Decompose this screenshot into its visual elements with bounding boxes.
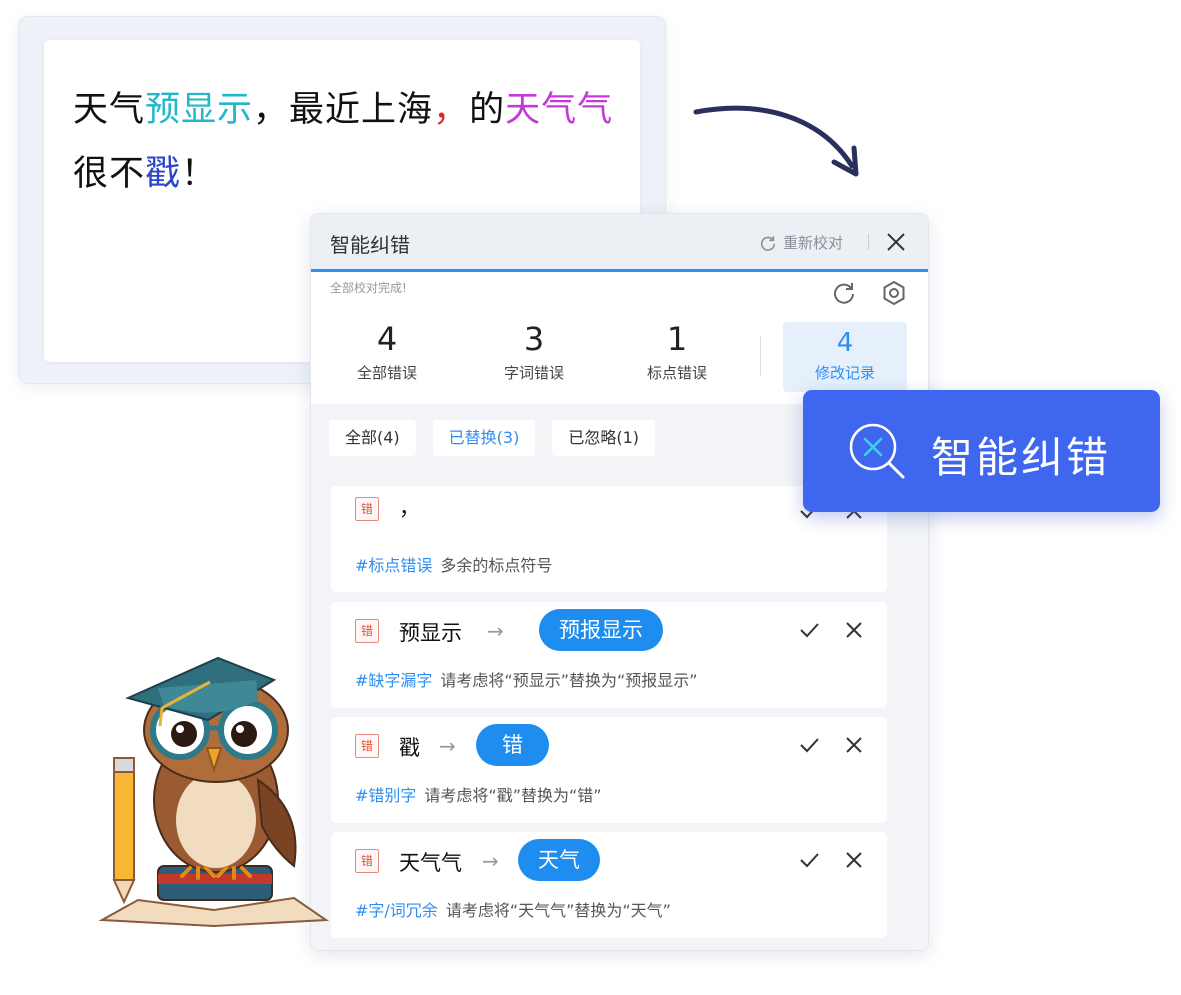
arrow-right-icon: → bbox=[482, 849, 499, 873]
error-highlight-missing[interactable]: 预显示 bbox=[145, 90, 253, 130]
stat-change-log[interactable]: 4 修改记录 bbox=[783, 322, 907, 392]
error-category[interactable]: #错别字 bbox=[355, 786, 416, 805]
error-highlight-redundant[interactable]: 天气气 bbox=[505, 90, 613, 130]
filter-replaced[interactable]: 已替换(3) bbox=[432, 420, 536, 456]
ignore-icon[interactable] bbox=[843, 849, 865, 871]
stat-punctuation-errors[interactable]: 1 标点错误 bbox=[617, 322, 737, 383]
original-text: ， bbox=[399, 496, 420, 520]
error-tag: 错 bbox=[355, 619, 379, 643]
stat-count: 3 bbox=[523, 320, 545, 358]
stat-count: 1 bbox=[666, 320, 688, 358]
error-description: #字/词冗余 请考虑将“天气气”替换为“天气” bbox=[355, 897, 671, 921]
error-item[interactable]: 错 戳 → 错 #错别字 请考虑将“戳”替换为“错” bbox=[331, 717, 887, 823]
owl-mascot-icon bbox=[98, 656, 329, 928]
suggestion-button[interactable]: 错 bbox=[476, 724, 549, 766]
stat-label: 标点错误 bbox=[646, 364, 707, 382]
error-category[interactable]: #字/词冗余 bbox=[355, 901, 438, 920]
status-text: 全部校对完成! bbox=[330, 281, 407, 295]
editor-text[interactable]: 天气预显示，最近上海，的天气气很不戳！ bbox=[73, 78, 633, 206]
accept-icon[interactable] bbox=[798, 734, 820, 756]
error-detail: 请考虑将“戳”替换为“错” bbox=[424, 786, 602, 805]
refresh-icon[interactable] bbox=[831, 280, 857, 306]
arrow-right-icon: → bbox=[439, 734, 456, 758]
error-item[interactable]: 错 天气气 → 天气 #字/词冗余 请考虑将“天气气”替换为“天气” bbox=[331, 832, 887, 938]
error-highlight-typo[interactable]: 戳 bbox=[145, 154, 181, 194]
text-segment: 的 bbox=[469, 90, 506, 130]
text-segment: ！ bbox=[181, 154, 218, 194]
suggestion-button[interactable]: 天气 bbox=[518, 839, 600, 881]
stat-label: 字词错误 bbox=[503, 364, 564, 382]
original-text: 戳 bbox=[399, 736, 420, 760]
proofread-panel: 智能纠错 重新校对 全部校对完成! 4 全部错误 3 字词错误 1 标点错误 4… bbox=[310, 213, 929, 951]
error-description: #错别字 请考虑将“戳”替换为“错” bbox=[355, 782, 602, 806]
stat-all-errors[interactable]: 4 全部错误 bbox=[327, 322, 447, 383]
ignore-icon[interactable] bbox=[843, 619, 865, 641]
error-category[interactable]: #缺字漏字 bbox=[355, 671, 432, 690]
error-highlight-punctuation[interactable]: ， bbox=[433, 90, 469, 130]
recheck-button[interactable]: 重新校对 bbox=[759, 232, 843, 253]
stat-count: 4 bbox=[836, 328, 854, 358]
filter-ignored[interactable]: 已忽略(1) bbox=[552, 420, 656, 456]
panel-header: 智能纠错 重新校对 bbox=[311, 214, 928, 272]
close-icon[interactable] bbox=[885, 231, 907, 253]
stats-area: 全部校对完成! 4 全部错误 3 字词错误 1 标点错误 4 修改记录 bbox=[311, 272, 928, 404]
curved-arrow-icon bbox=[693, 105, 859, 177]
accept-icon[interactable] bbox=[798, 619, 820, 641]
suggestion-button[interactable]: 预报显示 bbox=[539, 609, 663, 651]
badge-label: 智能纠错 bbox=[931, 433, 1112, 482]
error-tag: 错 bbox=[355, 849, 379, 873]
original-text: 天气气 bbox=[399, 851, 462, 875]
accept-icon[interactable] bbox=[798, 849, 820, 871]
stat-label: 全部错误 bbox=[356, 364, 417, 382]
text-segment: 很不 bbox=[73, 154, 146, 194]
ignore-icon[interactable] bbox=[843, 734, 865, 756]
stats-divider bbox=[760, 336, 761, 376]
settings-icon[interactable] bbox=[881, 280, 907, 306]
stat-label: 修改记录 bbox=[814, 364, 875, 382]
filter-all[interactable]: 全部(4) bbox=[329, 420, 416, 456]
text-segment: ，最近上海 bbox=[253, 90, 434, 130]
error-category[interactable]: #标点错误 bbox=[355, 556, 432, 575]
search-error-icon bbox=[849, 423, 905, 479]
recheck-label: 重新校对 bbox=[783, 234, 844, 252]
error-tag: 错 bbox=[355, 734, 379, 758]
error-tag: 错 bbox=[355, 497, 379, 521]
error-detail: 多余的标点符号 bbox=[440, 556, 553, 575]
original-text: 预显示 bbox=[399, 621, 462, 645]
text-segment: 天气 bbox=[73, 90, 146, 130]
stat-count: 4 bbox=[376, 320, 398, 358]
error-description: #标点错误 多余的标点符号 bbox=[355, 552, 552, 576]
error-item[interactable]: 错 预显示 → 预报显示 #缺字漏字 请考虑将“预显示”替换为“预报显示” bbox=[331, 602, 887, 708]
header-divider bbox=[868, 234, 869, 250]
arrow-right-icon: → bbox=[487, 619, 504, 643]
error-detail: 请考虑将“预显示”替换为“预报显示” bbox=[440, 671, 698, 690]
filter-bar: 全部(4) 已替换(3) 已忽略(1) bbox=[329, 420, 656, 456]
stat-word-errors[interactable]: 3 字词错误 bbox=[474, 322, 594, 383]
error-detail: 请考虑将“天气气”替换为“天气” bbox=[445, 901, 671, 920]
feature-badge: 智能纠错 bbox=[803, 390, 1160, 512]
error-description: #缺字漏字 请考虑将“预显示”替换为“预报显示” bbox=[355, 667, 698, 691]
panel-title: 智能纠错 bbox=[330, 233, 410, 257]
refresh-icon bbox=[760, 235, 776, 251]
